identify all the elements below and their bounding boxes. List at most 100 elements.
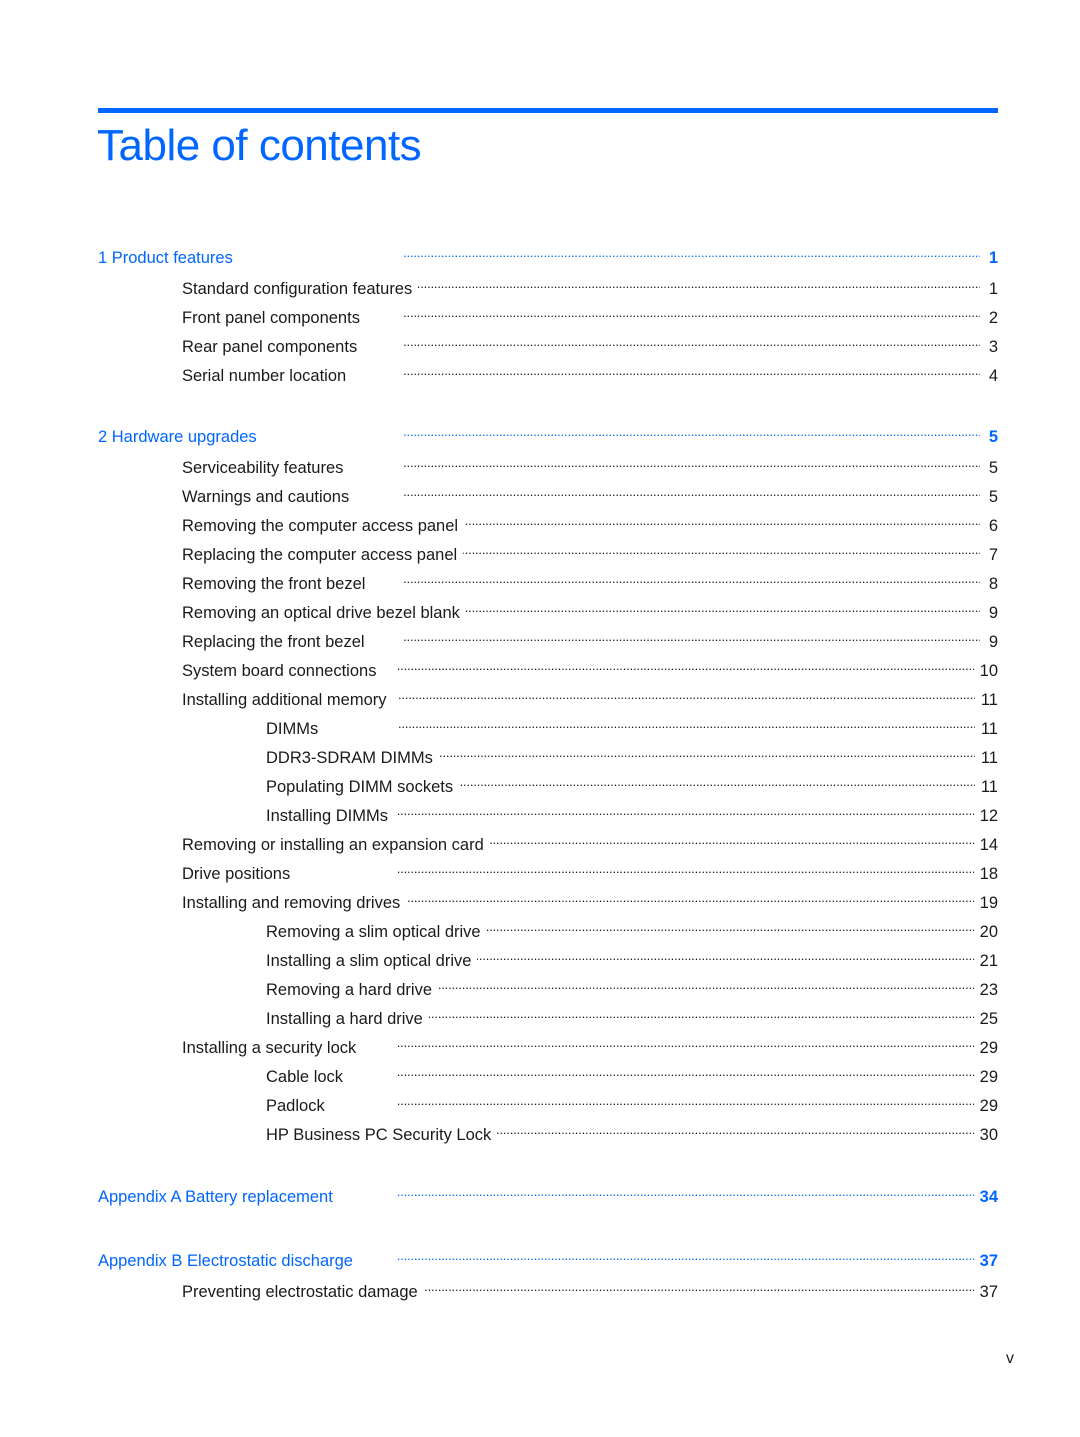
toc-entry-title[interactable]: Installing DIMMs: [266, 805, 394, 827]
toc-entry[interactable]: System board connections 10: [182, 654, 998, 682]
toc-entry[interactable]: Installing DIMMs 12: [266, 799, 998, 827]
toc-entry[interactable]: Installing a slim optical drive 21: [266, 944, 998, 972]
toc-entry[interactable]: Installing a security lock 29: [182, 1031, 998, 1059]
toc-entry-title[interactable]: System board connections: [182, 660, 383, 682]
toc-entry-title[interactable]: Padlock: [266, 1095, 331, 1117]
toc-entry-page-number[interactable]: 5: [980, 486, 998, 508]
toc-entry-title[interactable]: DDR3-SDRAM DIMMs: [266, 747, 439, 769]
toc-entry-page-number[interactable]: 11: [975, 718, 998, 740]
toc-entry-page-number[interactable]: 29: [974, 1066, 998, 1088]
toc-entry-title[interactable]: Removing an optical drive bezel blank: [182, 602, 466, 624]
toc-entry-title[interactable]: Serial number location: [182, 365, 353, 387]
toc-entry-title[interactable]: Warnings and cautions: [182, 486, 356, 508]
toc-entry-title[interactable]: Installing a slim optical drive: [266, 950, 478, 972]
toc-entry-page-number[interactable]: 11: [975, 747, 998, 769]
toc-entry-page-number[interactable]: 8: [980, 573, 998, 595]
toc-entry[interactable]: Standard configuration features 1: [182, 272, 998, 300]
toc-entry-title[interactable]: Front panel components: [182, 307, 366, 329]
toc-chapter-entry[interactable]: 1 Product features 1: [98, 241, 998, 269]
toc-entry-page-number[interactable]: 3: [980, 336, 998, 358]
toc-entry-page-number[interactable]: 34: [974, 1186, 998, 1208]
toc-entry-page-number[interactable]: 12: [974, 805, 998, 827]
toc-entry-title[interactable]: Standard configuration features: [182, 278, 419, 300]
toc-entry-page-number[interactable]: 18: [974, 863, 998, 885]
toc-entry-page-number[interactable]: 7: [980, 544, 998, 566]
toc-entry[interactable]: Replacing the computer access panel 7: [182, 538, 998, 566]
toc-entry-page-number[interactable]: 2: [980, 307, 998, 329]
toc-entry-title[interactable]: Cable lock: [266, 1066, 350, 1088]
toc-entry-title[interactable]: Drive positions: [182, 863, 297, 885]
toc-entry-title[interactable]: Rear panel components: [182, 336, 364, 358]
toc-entry-page-number[interactable]: 6: [980, 515, 998, 537]
toc-entry[interactable]: Front panel components 2: [182, 301, 998, 329]
toc-entry-page-number[interactable]: 19: [974, 892, 998, 914]
toc-entry[interactable]: Warnings and cautions 5: [182, 480, 998, 508]
toc-entry[interactable]: Padlock 29: [266, 1089, 998, 1117]
toc-entry[interactable]: DIMMs 11: [266, 712, 998, 740]
toc-chapter-entry[interactable]: 2 Hardware upgrades 5: [98, 420, 998, 448]
toc-entry-title[interactable]: Populating DIMM sockets: [266, 776, 460, 798]
toc-entry-title[interactable]: Removing a slim optical drive: [266, 921, 487, 943]
dot-leader: [363, 330, 980, 352]
toc-entry[interactable]: Rear panel components 3: [182, 330, 998, 358]
toc-entry-page-number[interactable]: 4: [980, 365, 998, 387]
toc-entry-title[interactable]: Serviceability features: [182, 457, 350, 479]
toc-entry-title[interactable]: 1 Product features: [98, 247, 239, 269]
toc-entry[interactable]: Removing the front bezel 8: [182, 567, 998, 595]
toc-entry-page-number[interactable]: 1: [980, 247, 998, 269]
toc-entry-page-number[interactable]: 9: [980, 602, 998, 624]
toc-entry[interactable]: Serviceability features 5: [182, 451, 998, 479]
toc-entry-title[interactable]: Appendix A Battery replacement: [98, 1186, 339, 1208]
toc-entry[interactable]: Removing a hard drive 23: [266, 973, 998, 1001]
toc-entry-title[interactable]: Installing a hard drive: [266, 1008, 429, 1030]
toc-entry-title[interactable]: Installing and removing drives: [182, 892, 407, 914]
toc-entry-page-number[interactable]: 30: [974, 1124, 998, 1146]
toc-entry-page-number[interactable]: 20: [974, 921, 998, 943]
toc-entry-page-number[interactable]: 21: [974, 950, 998, 972]
toc-entry-title[interactable]: Removing the front bezel: [182, 573, 372, 595]
toc-entry-title[interactable]: Replacing the computer access panel: [182, 544, 464, 566]
toc-entry-title[interactable]: HP Business PC Security Lock: [266, 1124, 498, 1146]
toc-entry-title[interactable]: Replacing the front bezel: [182, 631, 371, 653]
toc-entry-title[interactable]: Removing the computer access panel: [182, 515, 465, 537]
toc-entry-page-number[interactable]: 25: [974, 1008, 998, 1030]
toc-entry[interactable]: Installing a hard drive 25: [266, 1002, 998, 1030]
toc-entry-page-number[interactable]: 9: [980, 631, 998, 653]
toc-chapter-entry[interactable]: Appendix B Electrostatic discharge 37: [98, 1244, 998, 1272]
toc-entry-page-number[interactable]: 11: [975, 689, 998, 711]
toc-entry-title[interactable]: 2 Hardware upgrades: [98, 426, 263, 448]
toc-entry-page-number[interactable]: 11: [975, 776, 998, 798]
toc-entry[interactable]: Replacing the front bezel 9: [182, 625, 998, 653]
toc-entry[interactable]: DDR3-SDRAM DIMMs 11: [266, 741, 998, 769]
toc-entry[interactable]: Removing the computer access panel 6: [182, 509, 998, 537]
toc-entry-page-number[interactable]: 14: [974, 834, 998, 856]
toc-entry-title[interactable]: Removing or installing an expansion card: [182, 834, 490, 856]
toc-entry-page-number[interactable]: 23: [974, 979, 998, 1001]
toc-entry[interactable]: Preventing electrostatic damage 37: [182, 1275, 998, 1303]
toc-entry[interactable]: Cable lock 29: [266, 1060, 998, 1088]
toc-entry-title[interactable]: Removing a hard drive: [266, 979, 438, 1001]
toc-entry-page-number[interactable]: 10: [974, 660, 998, 682]
toc-entry[interactable]: Serial number location 4: [182, 359, 998, 387]
toc-entry[interactable]: Populating DIMM sockets 11: [266, 770, 998, 798]
toc-entry-page-number[interactable]: 29: [974, 1037, 998, 1059]
toc-entry-title[interactable]: Appendix B Electrostatic discharge: [98, 1250, 359, 1272]
toc-entry-title[interactable]: Installing a security lock: [182, 1037, 363, 1059]
toc-entry-page-number[interactable]: 1: [980, 278, 998, 300]
toc-entry-page-number[interactable]: 37: [974, 1250, 998, 1272]
toc-chapter-entry[interactable]: Appendix A Battery replacement 34: [98, 1180, 998, 1208]
toc-entry-title[interactable]: Preventing electrostatic damage: [182, 1281, 424, 1303]
toc-entry-page-number[interactable]: 5: [980, 457, 998, 479]
toc-entry[interactable]: Removing or installing an expansion card…: [182, 828, 998, 856]
toc-entry[interactable]: Installing additional memory 11: [182, 683, 998, 711]
toc-entry[interactable]: Installing and removing drives 19: [182, 886, 998, 914]
toc-entry-page-number[interactable]: 37: [974, 1281, 998, 1303]
toc-entry-title[interactable]: DIMMs: [266, 718, 325, 740]
toc-entry[interactable]: HP Business PC Security Lock 30: [266, 1118, 998, 1146]
toc-entry[interactable]: Removing an optical drive bezel blank 9: [182, 596, 998, 624]
toc-entry-page-number[interactable]: 29: [974, 1095, 998, 1117]
toc-entry-page-number[interactable]: 5: [980, 426, 998, 448]
toc-entry[interactable]: Drive positions 18: [182, 857, 998, 885]
toc-entry[interactable]: Removing a slim optical drive 20: [266, 915, 998, 943]
toc-entry-title[interactable]: Installing additional memory: [182, 689, 393, 711]
